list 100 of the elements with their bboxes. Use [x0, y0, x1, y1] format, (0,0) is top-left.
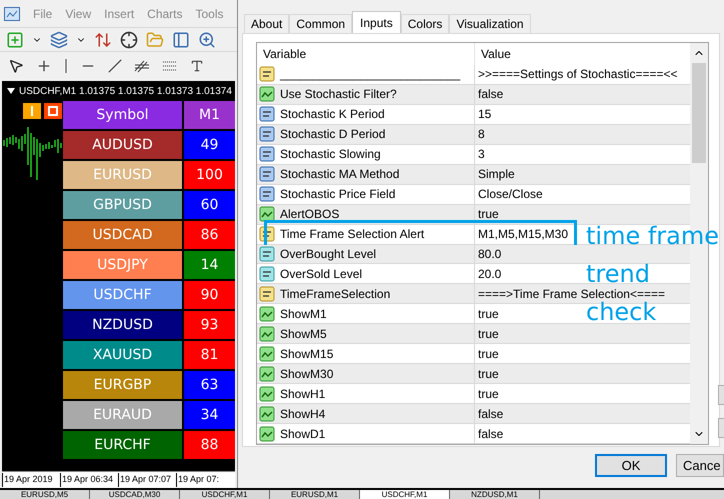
profiles-icon[interactable]	[50, 30, 68, 48]
app-icon[interactable]	[4, 6, 20, 20]
handwritten-note: time frame	[586, 221, 720, 252]
value-cell: 81	[184, 341, 235, 369]
number-type-icon	[259, 126, 275, 142]
symbol-cell: XAUUSD	[63, 341, 182, 369]
symbol-cell: EURGBP	[63, 371, 182, 399]
variable-name: ShowM5	[280, 326, 327, 343]
value-cell: 49	[184, 131, 235, 159]
variable-name: Stochastic Price Field	[280, 186, 396, 204]
chart-tab[interactable]: USDCHF,M1	[360, 490, 450, 499]
toggle-icon	[259, 346, 275, 362]
variable-name: ShowM15	[280, 346, 334, 363]
table-header: M1	[184, 101, 235, 129]
crosshair-icon[interactable]	[120, 30, 138, 48]
dialog-tab[interactable]: Colors	[400, 14, 450, 33]
variable-name: Time Frame Selection Alert	[280, 226, 424, 244]
variable-value[interactable]: >>====Settings of Stochastic====<<	[478, 65, 678, 84]
symbol-cell: USDCAD	[63, 221, 182, 249]
symbol-cell: AUDUSD	[63, 131, 182, 159]
number-type-icon	[259, 266, 275, 282]
value-cell: 34	[184, 401, 235, 429]
dialog-tab[interactable]: Visualization	[449, 14, 531, 33]
symbol-cell: USDJPY	[63, 251, 182, 279]
variable-value[interactable]: false	[478, 404, 504, 423]
time-axis-label: 19 Apr 06:34	[60, 473, 118, 487]
value-cell: 86	[184, 221, 235, 249]
toggle-icon	[259, 206, 275, 222]
symbol-cell: GBPUSD	[63, 191, 182, 219]
toggle-icon	[259, 366, 275, 382]
value-cell: 63	[184, 371, 235, 399]
vertical-line-icon[interactable]	[64, 58, 68, 72]
dialog-tab[interactable]: About	[244, 14, 290, 33]
panel-icon[interactable]	[172, 30, 190, 48]
square-button[interactable]	[44, 103, 62, 119]
variable-value[interactable]: true	[478, 304, 499, 323]
variable-name: TimeFrameSelection	[280, 286, 390, 303]
arrows-icon[interactable]	[94, 30, 112, 48]
toggle-icon	[259, 326, 275, 342]
text-tool-icon[interactable]	[190, 58, 204, 72]
variable-name: ShowH1	[280, 386, 326, 403]
variable-value[interactable]: true	[478, 384, 499, 403]
variable-value[interactable]: Close/Close	[478, 185, 543, 204]
new-chart-icon[interactable]	[6, 30, 24, 48]
dialog-button[interactable]: OK	[595, 454, 667, 477]
variable-name: Stochastic K Period	[280, 106, 385, 124]
variable-name: OverBought Level	[280, 246, 376, 263]
time-axis-label: 19 Apr 2019	[2, 473, 60, 487]
number-type-icon	[259, 106, 275, 122]
variable-name: Stochastic D Period	[280, 126, 386, 144]
variable-value[interactable]: true	[478, 324, 499, 343]
variable-value[interactable]: 3	[478, 145, 485, 164]
number-type-icon	[259, 246, 275, 262]
variable-name: Use Stochastic Filter?	[280, 86, 397, 104]
cursor-icon[interactable]	[8, 58, 24, 74]
variable-name: ShowM30	[280, 366, 334, 383]
dialog-button[interactable]: Cance	[676, 454, 724, 477]
value-cell: 14	[184, 251, 235, 279]
time-axis-label: 19 Apr 07:07	[118, 473, 176, 487]
dialog-tab[interactable]: Inputs	[352, 11, 401, 33]
variable-name: ShowM1	[280, 306, 327, 323]
column-header[interactable]: Value	[475, 43, 690, 65]
symbol-cell: USDCHF	[63, 281, 182, 309]
symbol-cell: EURUSD	[63, 161, 182, 189]
variable-value[interactable]: false	[478, 424, 504, 443]
variable-value[interactable]: 8	[478, 125, 485, 144]
symbol-cell: EURAUD	[63, 401, 182, 429]
dotted-lines-icon[interactable]	[162, 60, 178, 72]
number-type-icon	[259, 166, 275, 182]
toggle-icon	[259, 86, 275, 102]
variable-value[interactable]: true	[478, 344, 499, 363]
variable-value[interactable]: 20.0	[478, 264, 502, 283]
variable-name: OverSold Level	[280, 266, 362, 283]
variable-value[interactable]: 15	[478, 105, 492, 124]
value-cell: 88	[184, 431, 235, 459]
trendline-icon[interactable]	[108, 58, 122, 72]
text-type-icon	[259, 66, 275, 82]
variable-value[interactable]: true	[478, 205, 499, 224]
toggle-icon	[259, 306, 275, 322]
collapse-arrow-icon[interactable]	[7, 88, 15, 94]
variable-name: AlertOBOS	[280, 206, 340, 224]
variable-value[interactable]: M1,M5,M15,M30	[478, 225, 568, 244]
symbol-cell: EURCHF	[63, 431, 182, 459]
table-header: Symbol	[63, 101, 182, 129]
variable-value[interactable]: true	[478, 364, 499, 383]
crosshair-icon[interactable]	[36, 58, 52, 74]
value-cell: 100	[184, 161, 235, 189]
variable-value[interactable]: 80.0	[478, 244, 502, 263]
value-cell: 93	[184, 311, 235, 339]
variable-value[interactable]: false	[478, 85, 504, 104]
hatched-lines-icon[interactable]	[134, 58, 150, 72]
number-type-icon	[259, 186, 275, 202]
scroll-thumb[interactable]	[692, 63, 706, 163]
time-axis-label: 19 Apr 07:	[176, 473, 234, 487]
zoom-icon[interactable]	[198, 30, 216, 48]
variable-name: ShowH4	[280, 406, 326, 423]
variable-value[interactable]: Simple	[478, 165, 515, 184]
symbol-cell: NZDUSD	[63, 311, 182, 339]
dialog-tab[interactable]: Common	[289, 14, 352, 33]
value-cell: 90	[184, 281, 235, 309]
